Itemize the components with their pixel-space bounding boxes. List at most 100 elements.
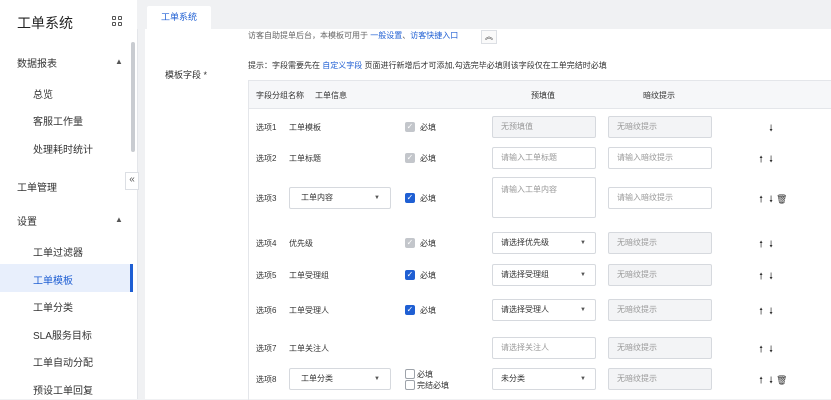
sidebar-item-ticket-template[interactable]: 工单模板 (33, 272, 73, 287)
arrow-down-icon[interactable]: 🠗 (766, 342, 776, 358)
top-hint: 访客自助提单后台，本模板可用于 一般设置、访客快捷入口 (248, 31, 459, 40)
placeholder-input: 无暗纹提示 (608, 368, 712, 390)
custom-fields-link[interactable]: 自定义字段 (322, 61, 362, 70)
arrow-up-icon[interactable]: 🠕 (756, 237, 766, 253)
arrow-up-icon[interactable]: 🠕 (756, 269, 766, 285)
sidebar-item-ticket-category[interactable]: 工单分类 (33, 299, 73, 314)
close-required-label: 完结必填 (417, 381, 449, 390)
field-name: 工单模板 (289, 123, 321, 132)
arrow-up-icon[interactable]: 🠕 (756, 192, 766, 208)
caret-down-icon: ▼ (580, 376, 586, 382)
option-label: 选项7 (256, 344, 277, 353)
option-label: 选项4 (256, 239, 277, 248)
row-actions: 🠕 🠗 (756, 342, 776, 358)
caret-down-icon: ▼ (580, 307, 586, 313)
sidebar-item-ticket-management[interactable]: 工单管理 (17, 179, 57, 194)
sidebar-item-auto-assign[interactable]: 工单自动分配 (33, 354, 93, 369)
collapse-up-button[interactable]: ︽ (481, 30, 497, 44)
required-checkbox: ✓ (405, 238, 415, 248)
arrow-down-icon[interactable]: 🠗 (766, 152, 776, 168)
sidebar-item-processing-time[interactable]: 处理耗时统计 (33, 141, 93, 156)
sidebar-item-overview[interactable]: 总览 (33, 86, 53, 101)
row-actions: 🠕 🠗 (756, 304, 776, 320)
required-checkbox: ✓ (405, 153, 415, 163)
template-fields-label: 模板字段 * (165, 70, 208, 80)
caret-down-icon: ▼ (580, 272, 586, 278)
default-value-select[interactable]: 请选择优先级 ▼ (492, 232, 596, 254)
placeholder-input: 无暗纹提示 (608, 264, 712, 286)
row-actions: 🠕 🠗 (756, 237, 776, 253)
caret-down-icon: ▼ (374, 376, 380, 382)
header-ticket-info: 工单信息 (315, 91, 347, 100)
required-checkbox[interactable]: ✓ (405, 305, 415, 315)
required-checkbox: ✓ (405, 122, 415, 132)
visitor-entry-link[interactable]: 访客快捷入口 (410, 31, 458, 40)
sidebar-item-ticket-filter[interactable]: 工单过滤器 (33, 244, 83, 259)
grid-icon[interactable] (112, 16, 124, 28)
sidebar-item-sla[interactable]: SLA服务目标 (33, 327, 92, 342)
row-actions: 🠗 (756, 121, 776, 137)
header-default-value: 预填值 (531, 91, 555, 100)
caret-down-icon: ▼ (374, 195, 380, 201)
arrow-up-icon[interactable]: 🠕 (756, 304, 766, 320)
default-value-select[interactable]: 未分类 ▼ (492, 368, 596, 390)
arrow-down-icon[interactable]: 🠗 (766, 237, 776, 253)
field-name: 工单受理人 (289, 306, 329, 315)
row-actions: 🠕 🠗 (756, 269, 776, 285)
general-settings-link[interactable]: 一般设置 (370, 31, 402, 40)
trash-icon[interactable]: 🗑 (776, 194, 787, 205)
required-label: 必填 (420, 123, 436, 132)
row-actions: 🠕 🠗 (756, 152, 776, 168)
placeholder-input: 无暗纹提示 (608, 232, 712, 254)
arrow-down-icon[interactable]: 🠗 (766, 121, 776, 137)
arrow-up-icon[interactable]: 🠕 (756, 342, 766, 358)
table-row: 选项1 工单模板 ✓ 必填 无预填值 无暗纹提示 🠗 (249, 116, 831, 138)
field-name: 工单标题 (289, 154, 321, 163)
template-fields-table: 字段分组名称 工单信息 预填值 暗纹提示 选项1 工单模板 ✓ 必填 无预填值无暗纹提示… (248, 80, 831, 400)
placeholder-input[interactable]: 请输入暗纹提示 (608, 147, 712, 169)
trash-icon[interactable]: 🗑 (776, 375, 787, 386)
default-value-select[interactable]: 请选择受理人 ▼ (492, 299, 596, 321)
option-label: 选项6 (256, 306, 277, 315)
chevron-up-icon[interactable]: ▲ (115, 215, 123, 224)
option-label: 选项1 (256, 123, 277, 132)
arrow-up-icon[interactable]: 🠕 (756, 373, 766, 389)
main-content: 访客自助提单后台，本模板可用于 一般设置、访客快捷入口 ︽ 模板字段 * 提示：… (145, 29, 831, 400)
sidebar-group-data-reports[interactable]: 数据报表 (17, 55, 57, 70)
default-value-input[interactable]: 请输入工单标题 (492, 147, 596, 169)
table-row: 选项3 工单内容 ▼ ✓ 必填 请输入工单内容 请输入暗纹提示 🠕 🠗 🗑 (249, 177, 831, 218)
field-name: 工单受理组 (289, 271, 329, 280)
required-checkbox[interactable]: ✓ (405, 270, 415, 280)
required-checkbox[interactable]: ✓ (405, 193, 415, 203)
placeholder-input[interactable]: 请输入暗纹提示 (608, 187, 712, 209)
option-label: 选项2 (256, 154, 277, 163)
field-select[interactable]: 工单分类 ▼ (289, 368, 391, 390)
field-select[interactable]: 工单内容 ▼ (289, 187, 391, 209)
arrow-down-icon[interactable]: 🠗 (766, 304, 776, 320)
arrow-down-icon[interactable]: 🠗 (766, 269, 776, 285)
required-label: 必填 (420, 306, 436, 315)
chevron-up-icon[interactable]: ▲ (115, 57, 123, 66)
close-required-checkbox[interactable] (405, 380, 415, 390)
required-checkbox[interactable] (405, 369, 415, 379)
chevron-left-icon[interactable]: « (125, 172, 139, 190)
sidebar-item-agent-workload[interactable]: 客服工作量 (33, 113, 83, 128)
sidebar-scrollbar[interactable] (131, 42, 135, 152)
default-value-textarea[interactable]: 请输入工单内容 (492, 177, 596, 218)
option-label: 选项3 (256, 194, 277, 203)
field-name: 工单关注人 (289, 344, 329, 353)
sidebar: 工单系统 数据报表 ▲ 总览 客服工作量 处理耗时统计 工单管理 设置 ▲ 工单… (0, 0, 138, 399)
table-header: 字段分组名称 工单信息 预填值 暗纹提示 (249, 81, 831, 109)
tab-ticket-system[interactable]: 工单系统 (147, 6, 211, 29)
default-value-input[interactable]: 请选择关注人 (492, 337, 596, 359)
sidebar-group-settings[interactable]: 设置 (17, 213, 37, 228)
placeholder-input: 无暗纹提示 (608, 299, 712, 321)
default-value-input: 无预填值 (492, 116, 596, 138)
required-label: 必填 (420, 239, 436, 248)
default-value-select[interactable]: 请选择受理组 ▼ (492, 264, 596, 286)
arrow-down-icon[interactable]: 🠗 (766, 192, 776, 208)
arrow-down-icon[interactable]: 🠗 (766, 373, 776, 389)
arrow-up-icon[interactable]: 🠕 (756, 152, 766, 168)
sidebar-item-preset-replies[interactable]: 预设工单回复 (33, 382, 93, 397)
required-label: 必填 (420, 194, 436, 203)
